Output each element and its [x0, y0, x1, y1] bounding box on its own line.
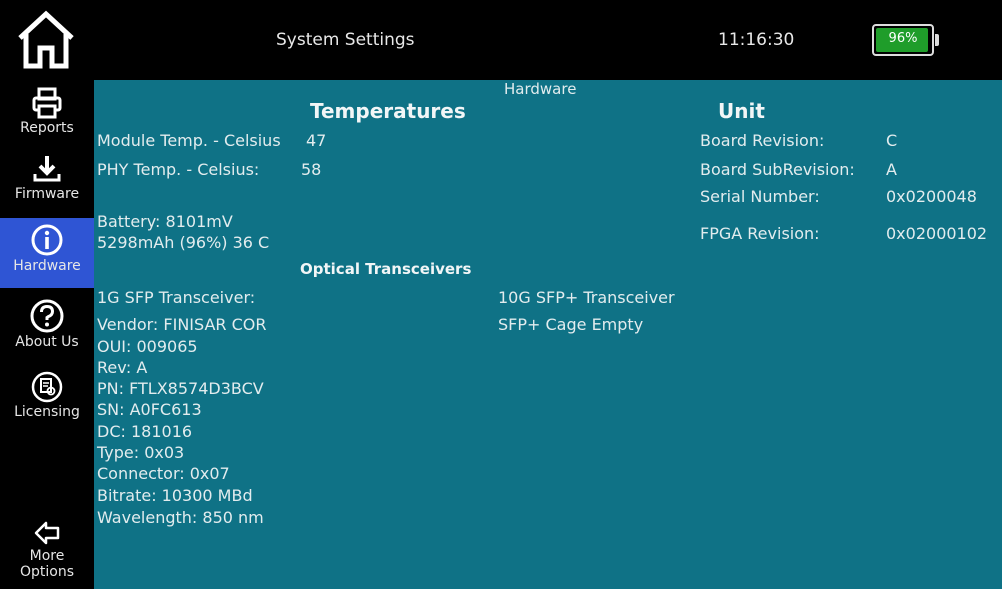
sfp1g-vendor: Vendor: FINISAR COR	[97, 315, 267, 334]
main-panel: Hardware Temperatures Module Temp. - Cel…	[94, 80, 1002, 589]
board-revision-label: Board Revision:	[700, 131, 825, 150]
info-icon	[31, 224, 63, 256]
download-icon	[33, 156, 61, 182]
sfp1g-connector: Connector: 0x07	[97, 464, 230, 483]
sidebar-item-about-us[interactable]: About Us	[0, 298, 94, 364]
top-bar: System Settings 11:16:30 96%	[0, 0, 1002, 80]
sidebar-item-reports[interactable]: Reports	[0, 86, 94, 150]
sidebar-item-label: Licensing	[14, 404, 80, 420]
optical-heading: Optical Transceivers	[300, 260, 472, 278]
battery-percent: 96%	[888, 31, 918, 46]
sfp10g-status: SFP+ Cage Empty	[498, 315, 644, 334]
phy-temp-label: PHY Temp. - Celsius:	[97, 160, 260, 179]
battery-indicator: 96%	[872, 24, 939, 56]
back-arrow-icon	[34, 521, 60, 545]
sfp1g-title: 1G SFP Transceiver:	[97, 288, 256, 307]
page-title: System Settings	[276, 30, 415, 50]
printer-icon	[32, 87, 62, 119]
battery-terminal	[935, 34, 939, 46]
sidebar-item-label-line2: Options	[19, 564, 75, 580]
sfp1g-dc: DC: 181016	[97, 422, 193, 441]
unit-heading: Unit	[718, 99, 765, 123]
section-title: Hardware	[504, 80, 577, 98]
sidebar-item-label: Hardware	[13, 258, 81, 274]
license-icon	[31, 371, 63, 403]
module-temp-label: Module Temp. - Celsius	[97, 131, 281, 150]
sfp1g-sn: SN: A0FC613	[97, 400, 202, 419]
battery-voltage: Battery: 8101mV	[97, 212, 233, 231]
module-temp-value: 47	[306, 131, 327, 150]
sidebar-item-firmware[interactable]: Firmware	[0, 152, 94, 212]
sidebar-item-label: Firmware	[14, 186, 80, 202]
fpga-revision-value: 0x02000102	[886, 224, 988, 243]
sfp1g-type: Type: 0x03	[97, 443, 185, 462]
sidebar-item-hardware[interactable]: Hardware	[0, 218, 94, 288]
help-icon	[30, 299, 64, 333]
serial-number-label: Serial Number:	[700, 187, 820, 206]
serial-number-value: 0x0200048	[886, 187, 977, 206]
clock: 11:16:30	[718, 30, 795, 50]
sfp1g-oui: OUI: 009065	[97, 337, 198, 356]
sidebar-item-label: Reports	[20, 120, 74, 136]
board-revision-value: C	[886, 131, 898, 150]
sfp1g-pn: PN: FTLX8574D3BCV	[97, 379, 264, 398]
board-subrevision-value: A	[886, 160, 897, 179]
battery-capacity: 5298mAh (96%) 36 C	[97, 233, 270, 252]
phy-temp-value: 58	[301, 160, 322, 179]
board-subrevision-label: Board SubRevision:	[700, 160, 855, 179]
sidebar-item-label-line1: More	[29, 548, 65, 564]
home-icon[interactable]	[14, 8, 78, 72]
sfp1g-wavelength: Wavelength: 850 nm	[97, 508, 264, 527]
sfp10g-title: 10G SFP+ Transceiver	[498, 288, 675, 307]
sidebar-item-label: About Us	[15, 334, 79, 350]
sidebar-item-more-options[interactable]: More Options	[0, 518, 94, 588]
temperatures-heading: Temperatures	[310, 99, 466, 123]
fpga-revision-label: FPGA Revision:	[700, 224, 820, 243]
sidebar: Reports Firmware Hardware About Us Licen…	[0, 80, 94, 589]
sfp1g-rev: Rev: A	[97, 358, 148, 377]
sidebar-item-licensing[interactable]: Licensing	[0, 370, 94, 434]
sfp1g-bitrate: Bitrate: 10300 MBd	[97, 486, 253, 505]
